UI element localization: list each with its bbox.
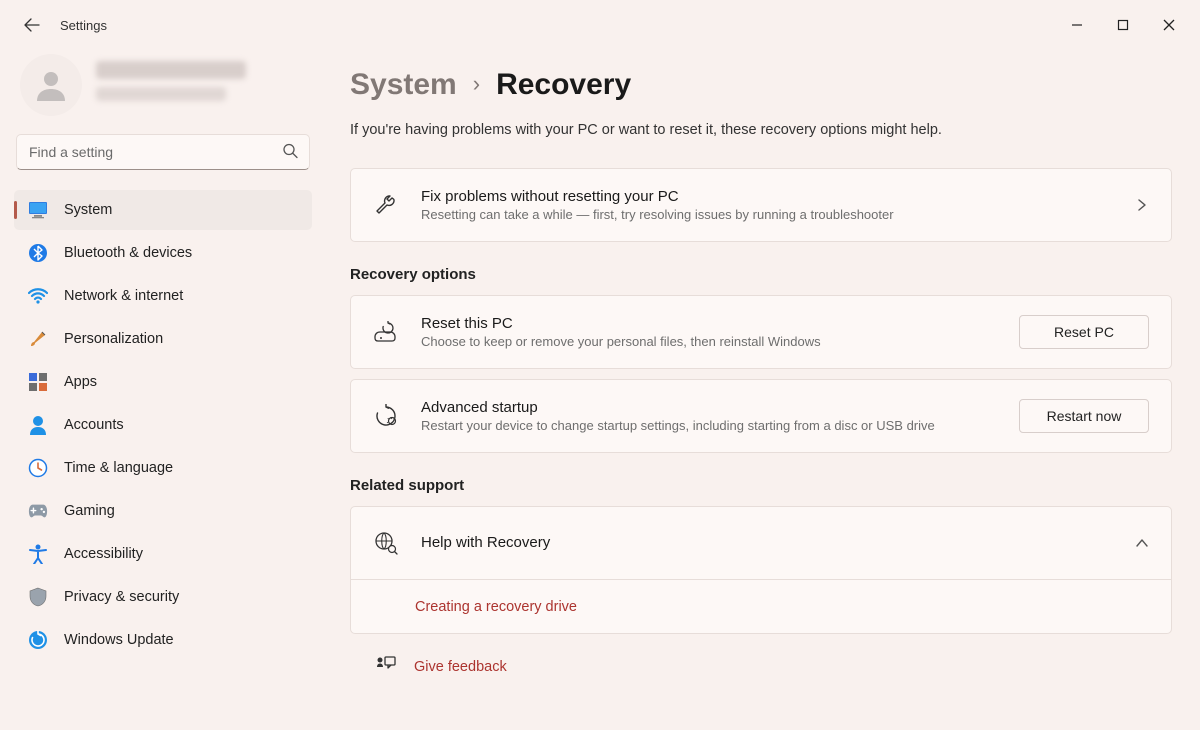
search-icon bbox=[282, 143, 298, 162]
wifi-icon bbox=[28, 286, 48, 306]
wrench-icon bbox=[373, 192, 399, 218]
nav-item-update[interactable]: Windows Update bbox=[14, 620, 312, 660]
creating-recovery-drive-link[interactable]: Creating a recovery drive bbox=[415, 599, 577, 615]
content-area: System › Recovery If you're having probl… bbox=[326, 50, 1200, 730]
chevron-up-icon bbox=[1135, 536, 1149, 550]
nav-label: Privacy & security bbox=[64, 589, 179, 605]
feedback-icon bbox=[376, 656, 396, 677]
nav-label: Windows Update bbox=[64, 632, 174, 648]
chevron-right-icon: › bbox=[473, 71, 480, 97]
breadcrumb-current: Recovery bbox=[496, 68, 631, 102]
window-controls bbox=[1054, 5, 1192, 45]
close-button[interactable] bbox=[1146, 5, 1192, 45]
card-title: Advanced startup bbox=[421, 399, 997, 416]
card-title: Fix problems without resetting your PC bbox=[421, 188, 1113, 205]
titlebar: Settings bbox=[0, 0, 1200, 50]
card-fix-problems[interactable]: Fix problems without resetting your PC R… bbox=[350, 168, 1172, 242]
nav-label: Time & language bbox=[64, 460, 173, 476]
sidebar: System Bluetooth & devices Network & int… bbox=[0, 50, 326, 730]
give-feedback-row: Give feedback bbox=[350, 644, 1172, 677]
nav-label: Bluetooth & devices bbox=[64, 245, 192, 261]
nav-label: Apps bbox=[64, 374, 97, 390]
brush-icon bbox=[28, 329, 48, 349]
nav-label: Network & internet bbox=[64, 288, 183, 304]
maximize-icon bbox=[1117, 19, 1129, 31]
section-recovery-options: Recovery options bbox=[350, 266, 1172, 283]
nav-item-apps[interactable]: Apps bbox=[14, 362, 312, 402]
help-link-row: Creating a recovery drive bbox=[351, 580, 1171, 633]
maximize-button[interactable] bbox=[1100, 5, 1146, 45]
nav-item-accounts[interactable]: Accounts bbox=[14, 405, 312, 445]
search-field[interactable] bbox=[16, 134, 310, 170]
globe-search-icon bbox=[373, 530, 399, 556]
advanced-startup-icon bbox=[373, 403, 399, 429]
nav-list: System Bluetooth & devices Network & int… bbox=[14, 190, 312, 663]
section-related-support: Related support bbox=[350, 477, 1172, 494]
clock-icon bbox=[28, 458, 48, 478]
nav-label: Gaming bbox=[64, 503, 115, 519]
card-advanced-startup: Advanced startup Restart your device to … bbox=[350, 379, 1172, 453]
breadcrumb-parent[interactable]: System bbox=[350, 68, 457, 102]
nav-label: Accessibility bbox=[64, 546, 143, 562]
nav-item-accessibility[interactable]: Accessibility bbox=[14, 534, 312, 574]
card-desc: Choose to keep or remove your personal f… bbox=[421, 334, 997, 349]
nav-item-privacy[interactable]: Privacy & security bbox=[14, 577, 312, 617]
apps-icon bbox=[28, 372, 48, 392]
page-intro: If you're having problems with your PC o… bbox=[350, 122, 1172, 138]
nav-item-system[interactable]: System bbox=[14, 190, 312, 230]
nav-label: Personalization bbox=[64, 331, 163, 347]
card-desc: Restart your device to change startup se… bbox=[421, 418, 997, 433]
system-icon bbox=[28, 200, 48, 220]
minimize-button[interactable] bbox=[1054, 5, 1100, 45]
gaming-icon bbox=[28, 501, 48, 521]
search-input[interactable] bbox=[16, 134, 310, 170]
profile-name-redacted bbox=[96, 61, 306, 109]
card-reset-pc: Reset this PC Choose to keep or remove y… bbox=[350, 295, 1172, 369]
reset-pc-button[interactable]: Reset PC bbox=[1019, 315, 1149, 349]
person-icon bbox=[33, 67, 69, 103]
nav-item-personalization[interactable]: Personalization bbox=[14, 319, 312, 359]
nav-item-network[interactable]: Network & internet bbox=[14, 276, 312, 316]
card-desc: Resetting can take a while — first, try … bbox=[421, 207, 1113, 222]
nav-item-bluetooth[interactable]: Bluetooth & devices bbox=[14, 233, 312, 273]
restart-now-button[interactable]: Restart now bbox=[1019, 399, 1149, 433]
give-feedback-link[interactable]: Give feedback bbox=[414, 659, 507, 675]
bluetooth-icon bbox=[28, 243, 48, 263]
accounts-icon bbox=[28, 415, 48, 435]
card-title: Reset this PC bbox=[421, 315, 997, 332]
window-title: Settings bbox=[60, 18, 107, 33]
card-title: Help with Recovery bbox=[421, 534, 1113, 551]
nav-label: System bbox=[64, 202, 112, 218]
reset-pc-icon bbox=[373, 319, 399, 345]
profile-block[interactable] bbox=[20, 54, 306, 116]
back-button[interactable] bbox=[18, 11, 46, 39]
avatar bbox=[20, 54, 82, 116]
back-arrow-icon bbox=[24, 17, 40, 33]
chevron-right-icon bbox=[1135, 198, 1149, 212]
update-icon bbox=[28, 630, 48, 650]
nav-item-time[interactable]: Time & language bbox=[14, 448, 312, 488]
breadcrumb: System › Recovery bbox=[350, 68, 1172, 102]
nav-label: Accounts bbox=[64, 417, 124, 433]
help-recovery-header[interactable]: Help with Recovery bbox=[351, 507, 1171, 579]
nav-item-gaming[interactable]: Gaming bbox=[14, 491, 312, 531]
accessibility-icon bbox=[28, 544, 48, 564]
shield-icon bbox=[28, 587, 48, 607]
close-icon bbox=[1163, 19, 1175, 31]
card-help-recovery: Help with Recovery Creating a recovery d… bbox=[350, 506, 1172, 634]
minimize-icon bbox=[1071, 19, 1083, 31]
